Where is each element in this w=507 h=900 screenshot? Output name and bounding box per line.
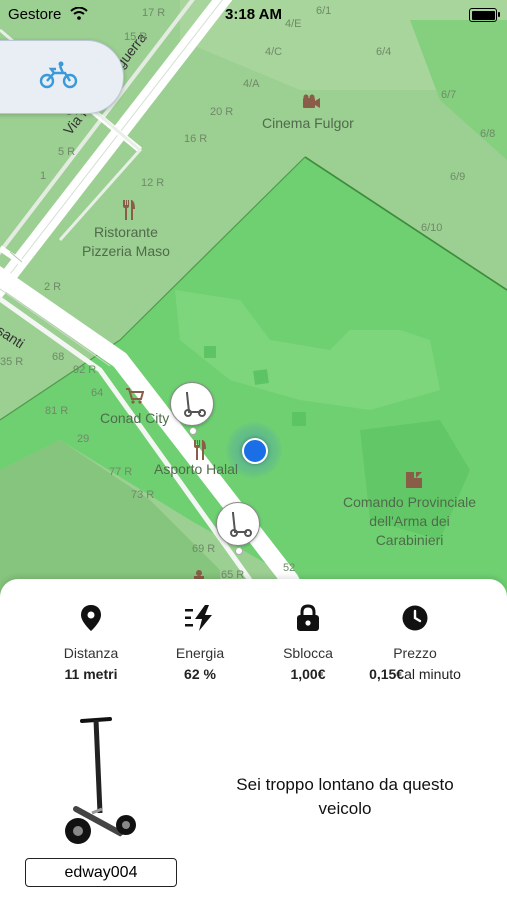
stat-value-text: 62 % [184, 666, 216, 682]
house-number: 5 R [58, 146, 76, 158]
house-number: 6/8 [480, 128, 496, 140]
stat-distance: Distanza 11 metri [31, 603, 151, 682]
fork-knife-icon [194, 440, 206, 460]
stat-value-text: 11 metri [64, 666, 118, 682]
house-number: 6/10 [421, 222, 443, 234]
house-number: 81 R [45, 405, 69, 417]
house-number: 35 R [0, 356, 24, 368]
stat-label: Energia [175, 645, 225, 661]
stat-label: Distanza [63, 645, 119, 661]
status-bar: Gestore 3:18 AM [0, 0, 507, 30]
poi-cinema-label: Cinema Fulgor [262, 115, 354, 131]
house-number: 2 R [44, 281, 62, 293]
police-icon [406, 472, 422, 488]
house-number: 77 R [109, 466, 133, 478]
house-number: 69 R [192, 543, 216, 555]
stat-value-suffix: al minuto [404, 666, 461, 682]
house-number: 29 [77, 433, 90, 445]
energy-bolt-icon [185, 605, 212, 631]
camera-icon [303, 94, 320, 108]
scooter-image [65, 717, 136, 844]
house-number: 52 [283, 562, 296, 574]
house-number: 6/7 [441, 89, 457, 101]
poi-asporto-label: Asporto Halal [154, 461, 239, 477]
house-number: 15 R [124, 31, 148, 43]
poi-conad-label: Conad City [100, 410, 170, 426]
vehicle-mode-button[interactable] [0, 40, 124, 114]
house-number: 1 [40, 170, 47, 182]
fork-knife-icon [123, 200, 135, 220]
poi-comando-text: Comando Provinciale dell'Arma dei Carabi… [343, 494, 477, 548]
stat-value-text: 0,15€ [369, 666, 405, 682]
house-number: 4/A [243, 78, 260, 90]
stat-label: Prezzo [393, 645, 437, 661]
house-number: 6/4 [376, 46, 392, 58]
marker-pin-tail [189, 427, 197, 435]
battery-icon [469, 8, 500, 22]
scooter-icon [230, 512, 252, 537]
battery-fill [471, 10, 495, 20]
padlock-icon [297, 604, 319, 631]
house-number: 16 R [184, 133, 208, 145]
stat-value-text: 1,00€ [290, 666, 326, 682]
stat-value: 11 metri [31, 666, 151, 682]
stat-energy: Energia 62 % [140, 603, 260, 682]
marker-pin-tail [235, 547, 243, 555]
scooter-marker[interactable] [170, 382, 214, 435]
scooter-icon [184, 392, 206, 417]
vehicle-info-sheet: Distanza 11 metri Energia 62 % Sblocca 1… [0, 579, 507, 900]
house-number: 20 R [210, 106, 234, 118]
shopping-cart-icon [126, 388, 144, 404]
vehicle-id-label: edway004 [25, 858, 177, 887]
poi-ristorante-text: Ristorante Pizzeria Maso [82, 224, 170, 259]
distance-warning-message: Sei troppo lontano da questo veicolo [236, 775, 454, 818]
house-number: 73 R [131, 489, 155, 501]
stat-price: Prezzo 0,15€al minuto [355, 603, 475, 682]
status-time: 3:18 AM [225, 6, 282, 23]
house-number: 12 R [141, 177, 165, 189]
house-number: 92 R [73, 364, 97, 376]
house-number: 68 [52, 351, 65, 363]
poi-ristorante-label: Ristorante Pizzeria Maso [82, 223, 170, 261]
stat-value: 1,00€ [248, 666, 368, 682]
stat-unlock: Sblocca 1,00€ [248, 603, 368, 682]
house-number: 64 [91, 387, 104, 399]
user-location-dot [242, 438, 268, 464]
location-pin-icon [81, 605, 101, 631]
stat-label: Sblocca [283, 645, 333, 661]
motorbike-icon [39, 61, 78, 89]
stat-value: 0,15€al minuto [355, 666, 475, 682]
clock-icon [402, 605, 428, 631]
stat-value: 62 % [140, 666, 260, 682]
house-number: 6/9 [450, 171, 466, 183]
house-number: 4/C [265, 46, 283, 58]
poi-comando-label: Comando Provinciale dell'Arma dei Carabi… [343, 493, 476, 550]
scooter-marker[interactable] [216, 502, 260, 555]
